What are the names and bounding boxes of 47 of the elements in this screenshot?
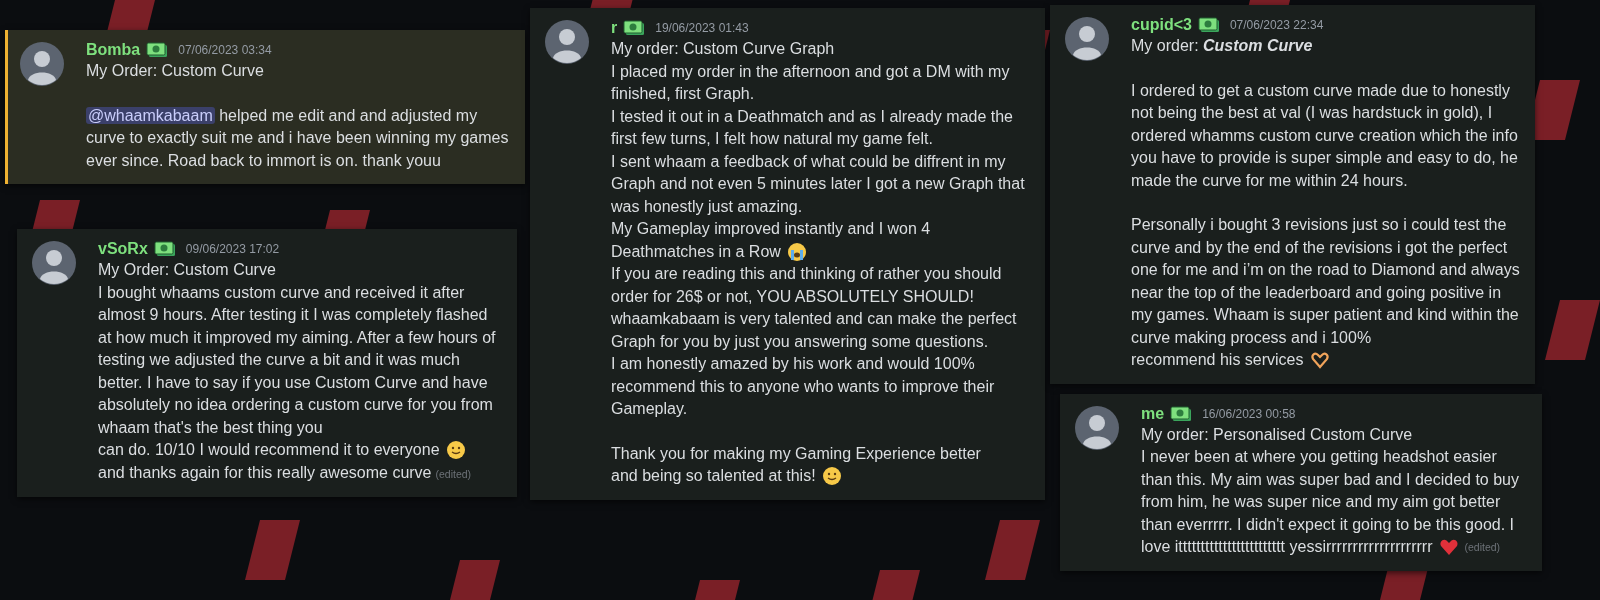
cash-icon [153,241,176,257]
message-text: I tested it out in a Deathmatch and as I already made the first few turns, I felt how natural my game felt. [611,107,1013,147]
message-text: recommend his services [1131,350,1304,370]
cash-icon [623,20,646,36]
avatar [20,42,64,86]
avatar [32,241,76,285]
message-text: I placed my order in the afternoon and got a DM with my finished, first Graph. [611,62,1010,102]
username[interactable]: Bomba [86,40,141,60]
edited-label: (edited) [435,467,472,480]
message-text: whaamkabaam is very talented and can make the perfect Graph for you by just you answering some questions. [611,310,1017,350]
message-text: My order: Custom Curve Graph [611,40,835,57]
message-text: love itttttttttttttttttttttttt yessirrrrrrrrrrrrrrrrrrrr [1141,537,1433,557]
message-text: and thanks again for this really awesome curve [98,463,432,481]
avatar [1075,405,1119,450]
message-text: My order: Custom Curve [1131,37,1313,54]
timestamp: 19/06/2023 01:43 [655,20,749,37]
cash-icon [1170,405,1193,422]
username[interactable]: cupid<3 [1131,15,1192,35]
cash-icon [146,42,169,58]
message-text: My Gameplay improved instantly and I won 4 [611,219,932,239]
avatar [545,20,589,64]
timestamp: 16/06/2023 00:58 [1202,405,1296,423]
message-text: and being so talented at this! [611,466,816,486]
message-text: I ordered to get a custom curve made due to honestly not being the best at val (I was hardstuck in gold), I ordered whamms custom curve creation which the info you have to provide is super simple and easy to do, he made the curve for me within 24 hours. [1131,81,1518,189]
stripe-shape [245,520,300,580]
edited-label: (edited) [1464,540,1501,555]
message-text: Deathmatches in a Row [611,241,781,262]
message-text: I am honestly amazed by his work and would 100% recommend this to anyone who wants to improve their Gameplay. [611,355,995,417]
username[interactable]: vSoRx [98,239,148,259]
message-text: I sent whaam a feedback of what could be diffrent in my Graph and not even 5 minutes later I got a new Graph that was honestly just amazing. [611,152,1025,215]
message-text: Thank you for making my Gaming Experience better [611,443,982,464]
cash-icon [1197,17,1220,33]
stripe-shape [985,520,1040,580]
message-text: My Order: Custom Curve [86,62,264,79]
message-text: can do. 10/10 I would recommend it to everyone [98,440,440,460]
message-text: My order: Personalised Custom Curve [1141,425,1413,443]
message-text: @whaamkabaam helped me edit and and adjusted my curve to exactly suit me and i have been winning my games ever since. Road back to immort is on. thank youu [86,105,510,171]
message-text: If you are reading this and thinking of rather you should order for 26$ or not, YOU ABSOLUTELY SHOULD! [611,265,1002,305]
avatar [1065,17,1109,61]
username[interactable]: me [1141,403,1165,424]
timestamp: 07/06/2023 03:34 [178,42,272,59]
timestamp: 09/06/2023 17:02 [185,241,280,258]
message-text: My Order: Custom Curve [98,261,276,278]
timestamp: 07/06/2023 22:34 [1229,17,1324,34]
user-mention[interactable]: @whaamkabaam [86,106,215,124]
username[interactable]: r [611,18,618,38]
stripe-shape [1545,300,1600,360]
